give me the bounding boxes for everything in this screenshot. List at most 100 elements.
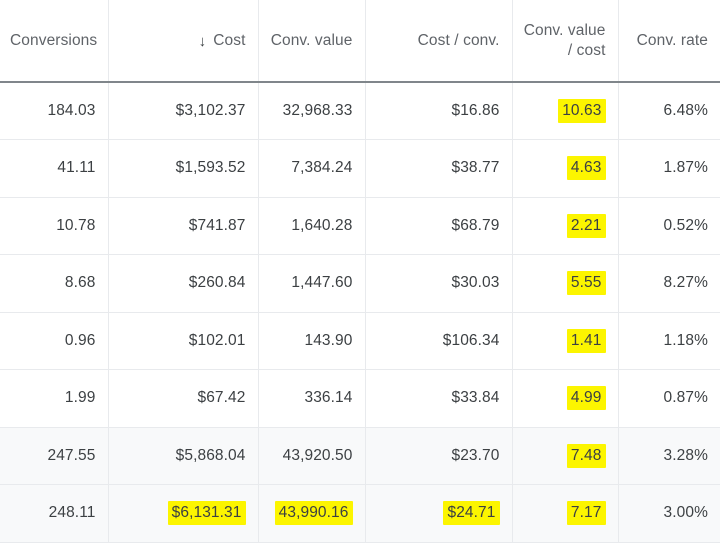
column-header-conversions[interactable]: Conversions — [0, 0, 109, 83]
cell-value: $23.70 — [451, 446, 500, 464]
cell-conv_value: 43,990.16 — [258, 484, 366, 543]
cell-value: 1.87% — [663, 159, 708, 177]
cell-conv_rate: 1.18% — [618, 312, 720, 370]
cell-value: 1.99 — [64, 389, 96, 407]
table-summary-row[interactable]: 247.55 $5,868.04 43,920.50 $23.70 7.48 3.28% — [0, 427, 720, 485]
cell-value: $16.86 — [451, 102, 500, 119]
cell-cost_per_conv: $33.84 — [365, 369, 513, 428]
cell-conversions: 1.99 — [0, 369, 109, 428]
highlighted-value: 4.63 — [566, 156, 606, 181]
cell-conversions: 247.55 — [0, 427, 109, 485]
cell-value: $30.03 — [451, 274, 500, 292]
cell-cost: $260.84 — [108, 254, 259, 313]
cell-conv_rate: 0.87% — [618, 369, 720, 428]
column-header-cost[interactable]: ↓ Cost — [108, 0, 259, 83]
highlighted-value: $6,131.31 — [167, 501, 246, 526]
column-header-cost_per_conv[interactable]: Cost / conv. — [365, 0, 513, 83]
cell-conv_value_cost: 7.17 — [512, 484, 619, 543]
cell-value: 3.00% — [663, 504, 708, 522]
cell-conv_value: 43,920.50 — [258, 427, 366, 485]
cell-value: 248.11 — [48, 504, 96, 522]
highlighted-value: 5.55 — [566, 271, 606, 296]
cell-conversions: 248.11 — [0, 484, 109, 543]
highlighted-value: 10.63 — [558, 99, 606, 123]
cell-value: $38.77 — [451, 159, 500, 177]
cell-value: 247.55 — [47, 446, 96, 464]
cell-value: 0.52% — [663, 216, 708, 234]
table-summary-row[interactable]: 248.11 $6,131.31 43,990.16 $24.71 7.17 3.00% — [0, 484, 720, 543]
cell-cost_per_conv: $68.79 — [365, 197, 513, 255]
table-row[interactable]: 41.11 $1,593.52 7,384.24 $38.77 4.63 1.87% — [0, 139, 720, 198]
cell-cost: $102.01 — [108, 312, 259, 370]
cell-value: 1.18% — [663, 331, 708, 349]
column-header-label: Conversions — [10, 31, 98, 49]
cell-value: 7,384.24 — [291, 159, 353, 177]
cell-conv_rate: 0.52% — [618, 197, 720, 255]
cell-conv_value_cost: 7.48 — [512, 427, 619, 485]
cell-conv_value_cost: 1.41 — [512, 312, 619, 370]
cell-conv_value_cost: 2.21 — [512, 197, 619, 255]
sort-descending-arrow-icon: ↓ — [198, 32, 207, 50]
cell-conv_value: 32,968.33 — [258, 82, 366, 140]
cell-cost: $6,131.31 — [108, 484, 259, 543]
cell-cost_per_conv: $30.03 — [365, 254, 513, 313]
cell-cost: $1,593.52 — [108, 139, 259, 198]
highlighted-value: 7.48 — [566, 443, 606, 468]
table-row[interactable]: 10.78 $741.87 1,640.28 $68.79 2.21 0.52% — [0, 197, 720, 255]
cell-value: $67.42 — [197, 389, 246, 407]
cell-value: 10.78 — [56, 216, 96, 234]
cell-value: 3.28% — [663, 446, 708, 464]
cell-conv_value: 1,447.60 — [258, 254, 366, 313]
column-header-label: Cost / conv. — [417, 31, 500, 49]
cell-conv_rate: 1.87% — [618, 139, 720, 198]
highlighted-value: $24.71 — [443, 501, 500, 526]
cell-conv_rate: 6.48% — [618, 82, 720, 140]
cell-cost: $3,102.37 — [108, 82, 259, 140]
cell-conv_value: 336.14 — [258, 369, 366, 428]
cell-cost_per_conv: $23.70 — [365, 427, 513, 485]
column-header-conv_value_cost[interactable]: Conv. value / cost — [512, 0, 619, 83]
cell-conv_value_cost: 5.55 — [512, 254, 619, 313]
table-row[interactable]: 1.99 $67.42 336.14 $33.84 4.99 0.87% — [0, 369, 720, 428]
cell-value: $741.87 — [188, 216, 246, 234]
cell-conversions: 41.11 — [0, 139, 109, 198]
cell-value: 1,640.28 — [291, 216, 353, 234]
cell-value: 32,968.33 — [282, 102, 353, 119]
cell-conversions: 10.78 — [0, 197, 109, 255]
table-header: Conversions ↓ Cost Conv. value Cost / conv. C… — [0, 0, 720, 83]
table-header-row: Conversions ↓ Cost Conv. value Cost / conv. C… — [0, 0, 720, 83]
column-header-label: Conv. value — [270, 31, 353, 49]
table-body: 184.03 $3,102.37 32,968.33 $16.86 10.63 6.48%… — [0, 82, 720, 543]
highlighted-value: 4.99 — [566, 386, 606, 411]
cell-value: $68.79 — [451, 216, 500, 234]
cell-conv_rate: 8.27% — [618, 254, 720, 313]
cell-conversions: 184.03 — [0, 82, 109, 140]
cell-conv_value_cost: 10.63 — [512, 82, 619, 140]
cell-value: 1,447.60 — [291, 274, 353, 292]
cell-conv_rate: 3.28% — [618, 427, 720, 485]
cell-conv_rate: 3.00% — [618, 484, 720, 543]
column-header-conv_rate[interactable]: Conv. rate — [618, 0, 720, 83]
cell-value: 43,920.50 — [282, 446, 353, 464]
cell-conv_value: 7,384.24 — [258, 139, 366, 198]
column-header-label: Cost — [213, 31, 246, 49]
cell-value: 143.90 — [304, 331, 353, 349]
cell-value: $5,868.04 — [175, 446, 246, 464]
table-row[interactable]: 8.68 $260.84 1,447.60 $30.03 5.55 8.27% — [0, 254, 720, 313]
cell-value: 0.96 — [64, 331, 96, 349]
cell-conv_value_cost: 4.99 — [512, 369, 619, 428]
cell-cost: $741.87 — [108, 197, 259, 255]
cell-cost_per_conv: $38.77 — [365, 139, 513, 198]
performance-metrics-table: Conversions ↓ Cost Conv. value Cost / conv. C… — [0, 0, 720, 543]
cell-value: 8.68 — [64, 274, 96, 292]
table-row[interactable]: 0.96 $102.01 143.90 $106.34 1.41 1.18% — [0, 312, 720, 370]
cell-value: 0.87% — [663, 389, 708, 407]
cell-value: $260.84 — [188, 274, 246, 292]
cell-value: $102.01 — [188, 331, 246, 349]
highlighted-value: 43,990.16 — [274, 501, 353, 526]
table-row[interactable]: 184.03 $3,102.37 32,968.33 $16.86 10.63 6.48% — [0, 82, 720, 140]
column-header-conv_value[interactable]: Conv. value — [258, 0, 366, 83]
cell-cost_per_conv: $16.86 — [365, 82, 513, 140]
cell-conv_value: 143.90 — [258, 312, 366, 370]
cell-conversions: 8.68 — [0, 254, 109, 313]
